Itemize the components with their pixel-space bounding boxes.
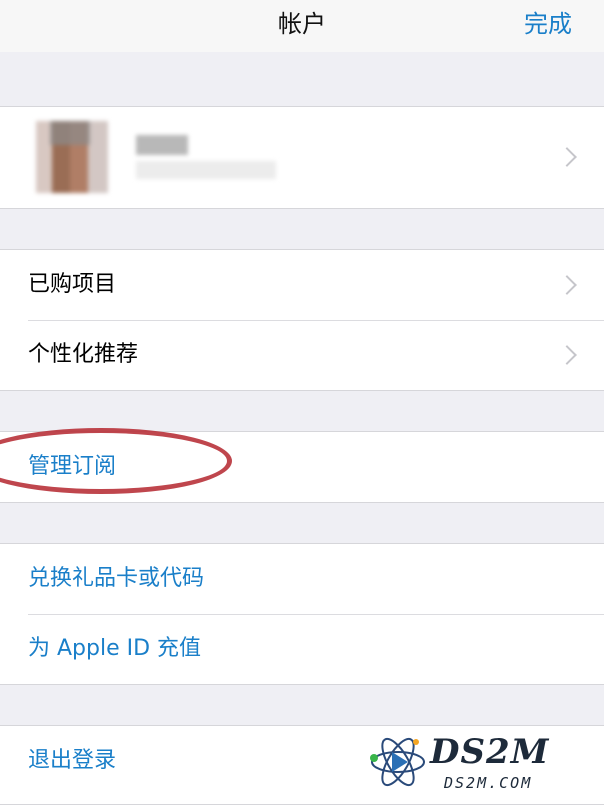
done-button[interactable]: 完成 [524,0,572,52]
account-name-blurred [136,135,188,155]
list-item-purchased[interactable]: 已购项目 [0,250,604,320]
watermark-subtext: DS2M.COM [444,774,533,792]
redeem-gift-card-link[interactable]: 兑换礼品卡或代码 [0,544,604,614]
chevron-right-icon [557,275,577,295]
profile-group [0,106,604,209]
list-item-label: 退出登录 [28,748,117,773]
account-email-blurred [136,161,276,179]
store-group: 已购项目 个性化推荐 [0,249,604,391]
atom-logo-icon [370,737,425,787]
watermark-text: DS2M [430,732,550,772]
page-title: 帐户 [278,10,326,38]
avatar [36,121,108,193]
list-item-personalized-recommendations[interactable]: 个性化推荐 [0,320,604,390]
list-item-label: 个性化推荐 [28,342,139,367]
chevron-right-icon [557,345,577,365]
list-item-label: 已购项目 [28,272,117,297]
watermark-logo: DS2M DS2M.COM [364,728,590,794]
add-funds-link[interactable]: 为 Apple ID 充值 [0,614,604,684]
list-item-label: 为 Apple ID 充值 [28,636,202,661]
funds-group: 兑换礼品卡或代码 为 Apple ID 充值 [0,543,604,685]
list-item-label: 兑换礼品卡或代码 [28,566,205,591]
chevron-right-icon [557,147,577,167]
profile-row[interactable] [0,107,604,207]
navigation-bar: 帐户 完成 [0,0,604,52]
